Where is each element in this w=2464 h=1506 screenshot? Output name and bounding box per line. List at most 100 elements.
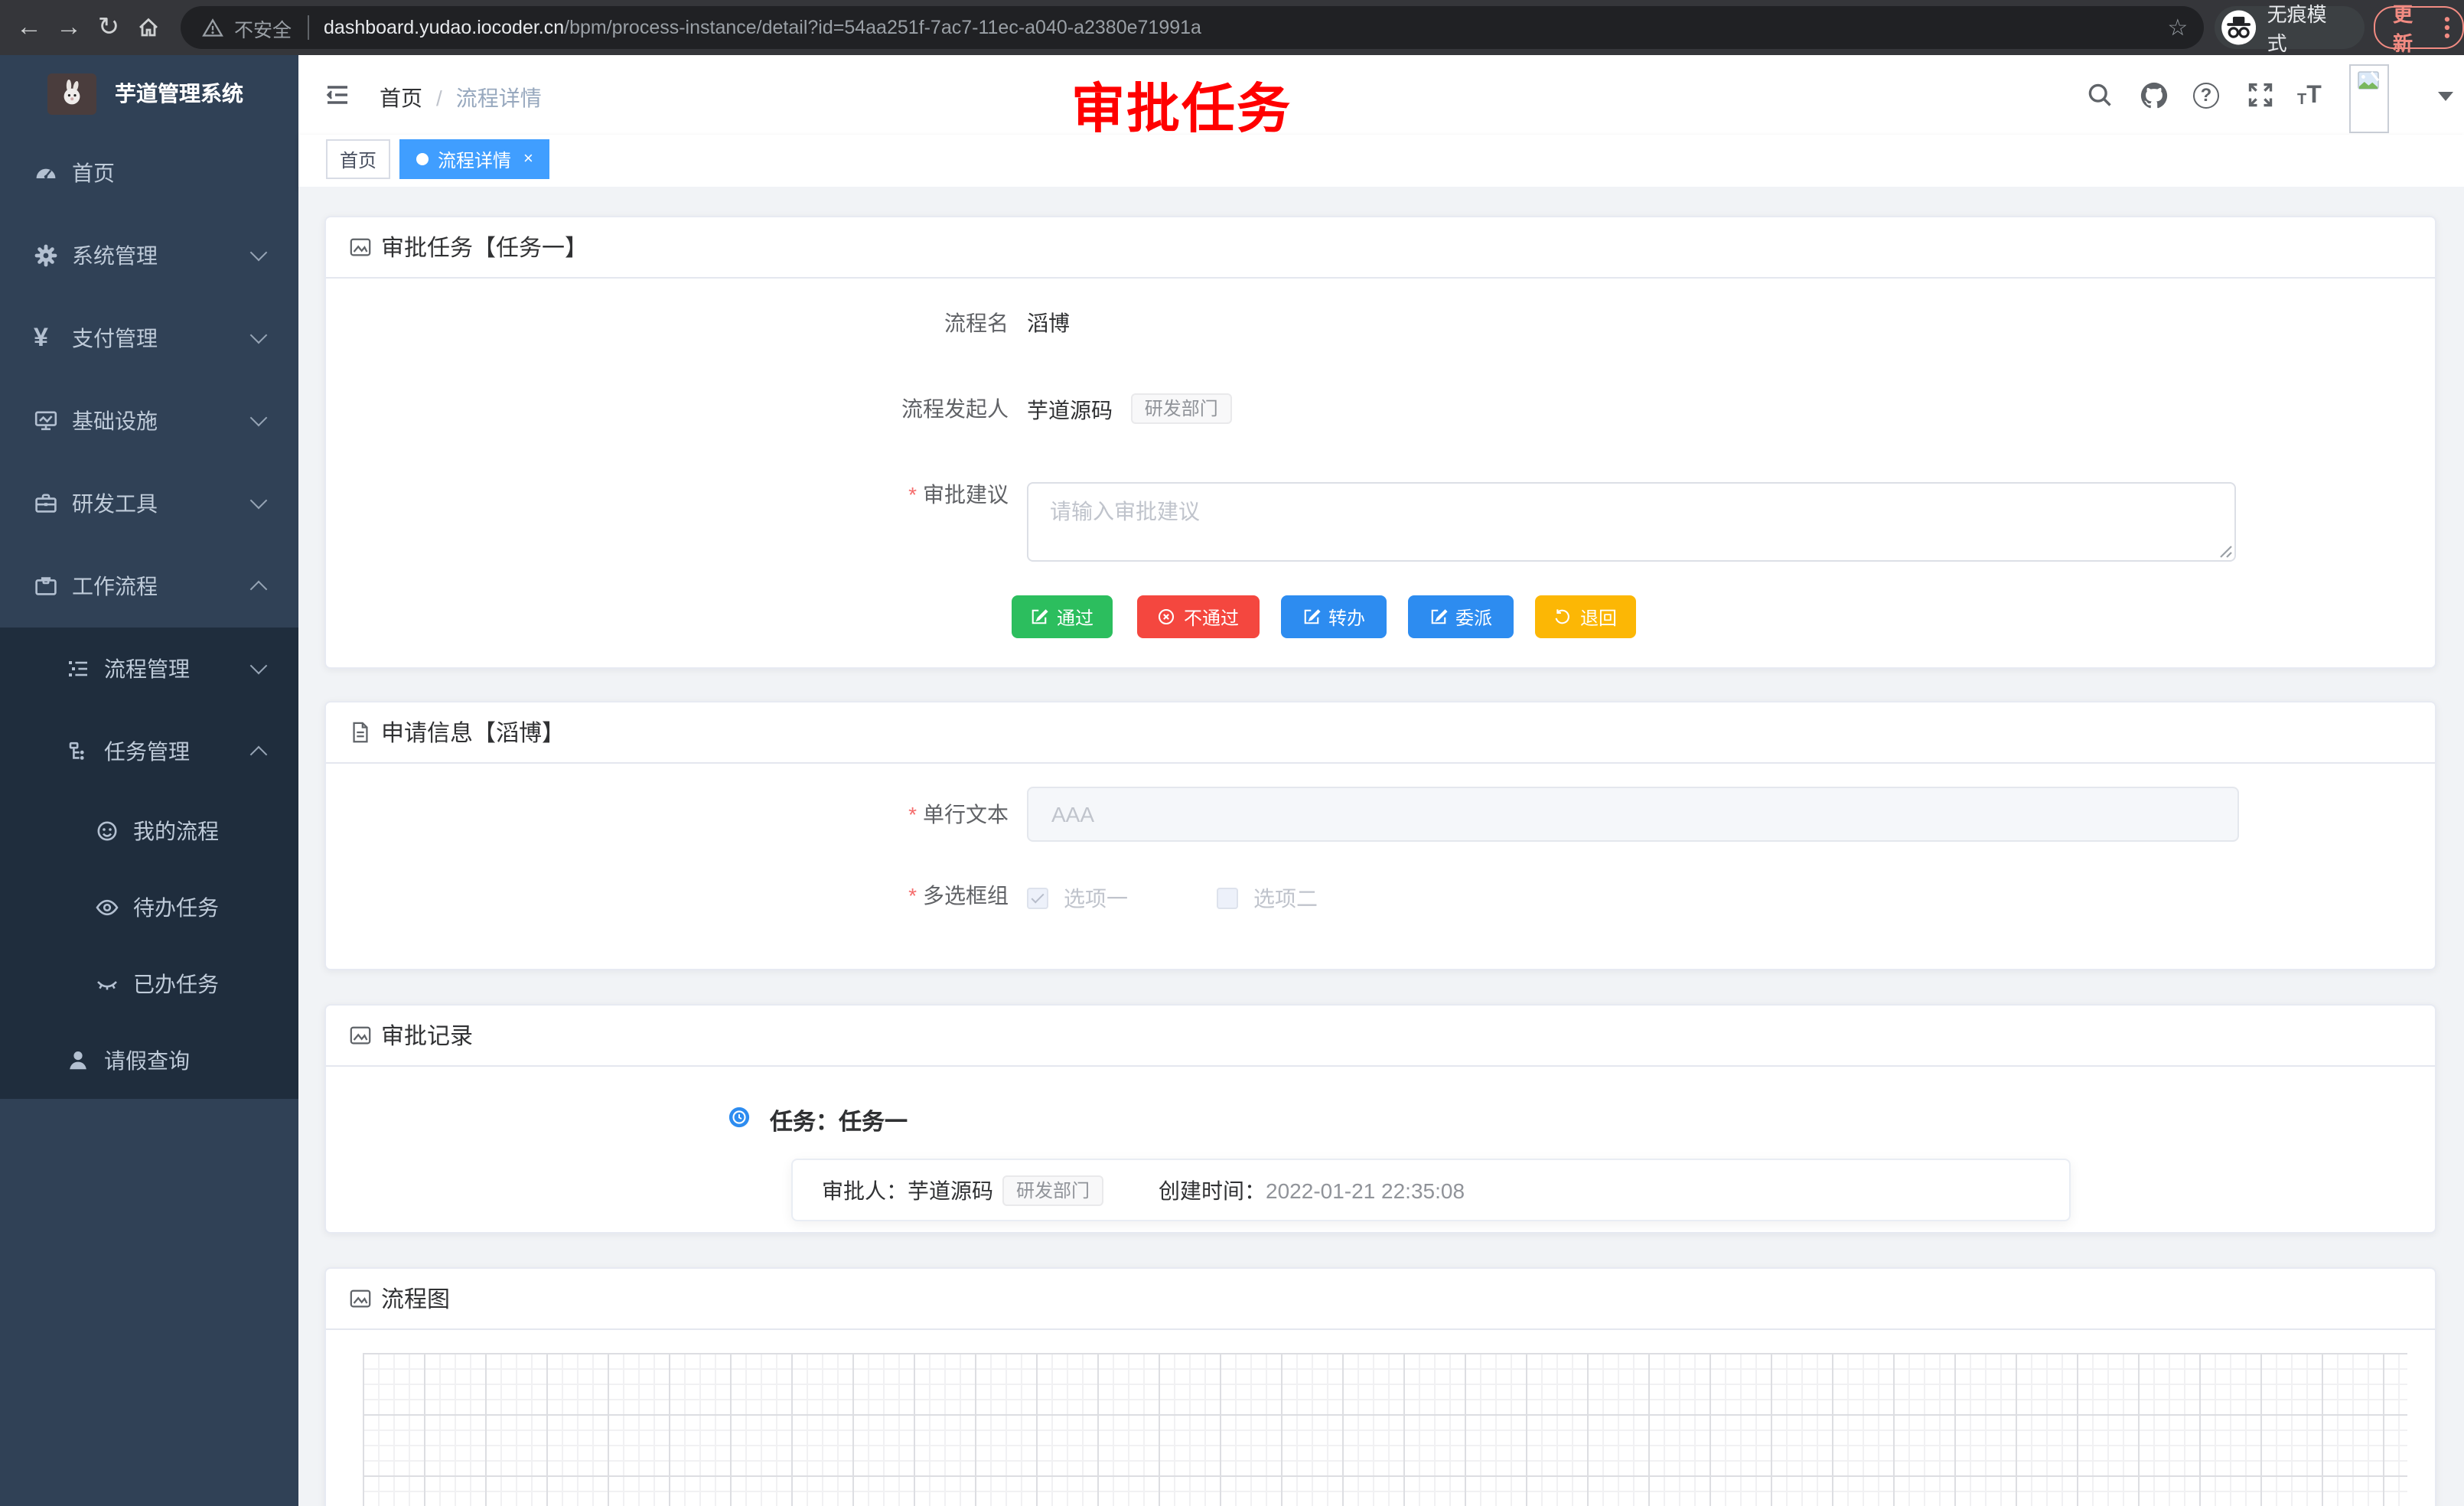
- help-icon[interactable]: ?: [2193, 83, 2219, 109]
- card-body: 流程名 滔博 流程发起人 芋道源码 研发部门 *审批建议 通过: [326, 279, 2435, 669]
- sidebar-item-devtools[interactable]: 研发工具: [0, 462, 298, 545]
- home-icon[interactable]: [129, 15, 168, 40]
- checkbox-group: 选项一 选项二: [1027, 883, 1318, 914]
- initiator-value: 芋道源码 研发部门: [1027, 396, 1232, 427]
- annotation-text: 审批任务: [1071, 66, 1292, 144]
- bookmark-star-icon[interactable]: ☆: [2167, 14, 2188, 41]
- sidebar-item-system[interactable]: 系统管理: [0, 214, 298, 297]
- tab-process-detail[interactable]: 流程详情 ×: [399, 139, 550, 179]
- back-icon[interactable]: ←: [9, 12, 49, 43]
- process-name-value: 滔博: [1027, 311, 1070, 335]
- eye-open-icon: [95, 895, 119, 920]
- suggestion-textarea[interactable]: [1027, 482, 2236, 562]
- chevron-down-icon: [250, 492, 268, 510]
- close-icon[interactable]: ×: [523, 150, 533, 168]
- address-bar[interactable]: 不安全 dashboard.yudao.iocoder.cn/bpm/proce…: [181, 6, 2203, 49]
- broken-image-icon: [2357, 70, 2381, 92]
- sidebar-item-label: 请假查询: [104, 1045, 190, 1076]
- single-line-text-input[interactable]: [1027, 787, 2239, 842]
- sidebar-item-leave-query[interactable]: 请假查询: [0, 1022, 298, 1099]
- sidebar-item-todo-tasks[interactable]: 待办任务: [0, 869, 298, 946]
- update-label: 更新: [2393, 0, 2432, 57]
- list-tree-icon: [66, 657, 90, 681]
- sidebar-item-label: 支付管理: [72, 323, 158, 354]
- card-header: 审批任务【任务一】: [326, 217, 2435, 279]
- toolbox-icon: [34, 491, 58, 516]
- edit-icon: [1302, 608, 1321, 626]
- reload-icon[interactable]: ↻: [89, 12, 129, 43]
- url-text[interactable]: dashboard.yudao.iocoder.cn/bpm/process-i…: [324, 17, 1201, 38]
- caret-down-icon[interactable]: [2438, 92, 2453, 101]
- monitor-icon: [34, 409, 58, 433]
- process-name-label: 流程名: [326, 311, 1009, 335]
- rabbit-icon: [57, 78, 87, 109]
- menu-dots-icon[interactable]: [2444, 15, 2450, 40]
- dept-tag: 研发部门: [1002, 1175, 1103, 1205]
- picture-icon: [349, 1024, 372, 1047]
- chevron-down-icon: [250, 657, 268, 675]
- incognito-icon: [2220, 9, 2256, 46]
- sidebar-item-workflow[interactable]: 工作流程: [0, 545, 298, 628]
- dashboard-icon: [34, 161, 58, 185]
- tab-home[interactable]: 首页: [326, 139, 390, 179]
- suggestion-label: *审批建议: [326, 482, 1009, 507]
- divider: [307, 15, 308, 40]
- sidebar-item-done-tasks[interactable]: 已办任务: [0, 946, 298, 1022]
- sidebar-item-label: 任务管理: [104, 736, 190, 767]
- chevron-down-icon: [250, 327, 268, 344]
- approver-label: 审批人：: [822, 1175, 908, 1205]
- picture-icon: [349, 236, 372, 259]
- sidebar-item-task-mgmt[interactable]: 任务管理: [0, 710, 298, 793]
- approve-button[interactable]: 通过: [1012, 595, 1113, 638]
- card-title: 审批记录: [381, 1019, 473, 1051]
- avatar[interactable]: [2349, 64, 2389, 133]
- sidebar-item-label: 工作流程: [72, 571, 158, 601]
- warning-icon: [202, 17, 223, 38]
- github-icon[interactable]: [2140, 81, 2169, 110]
- person-icon: [66, 1048, 90, 1073]
- sidebar-item-process-mgmt[interactable]: 流程管理: [0, 628, 298, 710]
- bpmn-canvas[interactable]: [363, 1353, 2407, 1506]
- org-tree-icon: [66, 739, 90, 764]
- checkbox-label: 选项二: [1253, 883, 1318, 914]
- action-buttons: 通过 不通过 转办 委派: [1012, 595, 1636, 638]
- document-icon: [349, 721, 372, 744]
- created-label: 创建时间：: [1159, 1175, 1266, 1205]
- chevron-down-icon: [250, 409, 268, 427]
- picture-icon: [349, 1287, 372, 1310]
- delegate-button[interactable]: 委派: [1408, 595, 1514, 638]
- hamburger-icon[interactable]: [324, 83, 350, 107]
- search-icon[interactable]: [2086, 81, 2114, 109]
- checkbox-option2[interactable]: [1217, 888, 1238, 909]
- chevron-down-icon: [250, 244, 268, 262]
- sidebar-item-label: 系统管理: [72, 240, 158, 271]
- eye-closed-icon: [95, 972, 119, 996]
- initiator-label: 流程发起人: [326, 396, 1009, 421]
- checkbox-option1[interactable]: [1027, 888, 1048, 909]
- application-info-card: 申请信息【滔博】 *单行文本 *多选框组 选项一 选项二: [324, 701, 2436, 970]
- card-body: *单行文本 *多选框组 选项一 选项二: [326, 764, 2435, 970]
- font-size-icon[interactable]: TT: [2297, 84, 2322, 109]
- sidebar-item-home[interactable]: 首页: [0, 132, 298, 214]
- sidebar-item-infra[interactable]: 基础设施: [0, 380, 298, 462]
- active-dot: [416, 153, 429, 165]
- security-label[interactable]: 不安全: [234, 13, 292, 42]
- forward-icon[interactable]: →: [49, 12, 89, 43]
- sidebar-item-label: 研发工具: [72, 488, 158, 519]
- browser-toolbar: ← → ↻ 不安全 dashboard.yudao.iocoder.cn/bpm…: [0, 0, 2464, 55]
- fullscreen-icon[interactable]: [2247, 81, 2274, 109]
- sidebar-item-my-process[interactable]: 我的流程: [0, 793, 298, 869]
- update-button[interactable]: 更新: [2373, 6, 2464, 49]
- sidebar-item-label: 已办任务: [133, 969, 219, 999]
- reject-button[interactable]: 不通过: [1137, 595, 1260, 638]
- sidebar-item-payment[interactable]: ¥ 支付管理: [0, 297, 298, 380]
- chevron-up-icon: [250, 746, 268, 764]
- return-button[interactable]: 退回: [1535, 595, 1636, 638]
- logo-image: [47, 73, 96, 114]
- incognito-badge: 无痕模式: [2214, 6, 2364, 49]
- card-header: 流程图: [326, 1269, 2435, 1330]
- breadcrumb-home[interactable]: 首页: [380, 83, 422, 113]
- transfer-button[interactable]: 转办: [1281, 595, 1387, 638]
- text-field-label: *单行文本: [326, 802, 1009, 826]
- approver-name: 芋道源码: [908, 1175, 993, 1205]
